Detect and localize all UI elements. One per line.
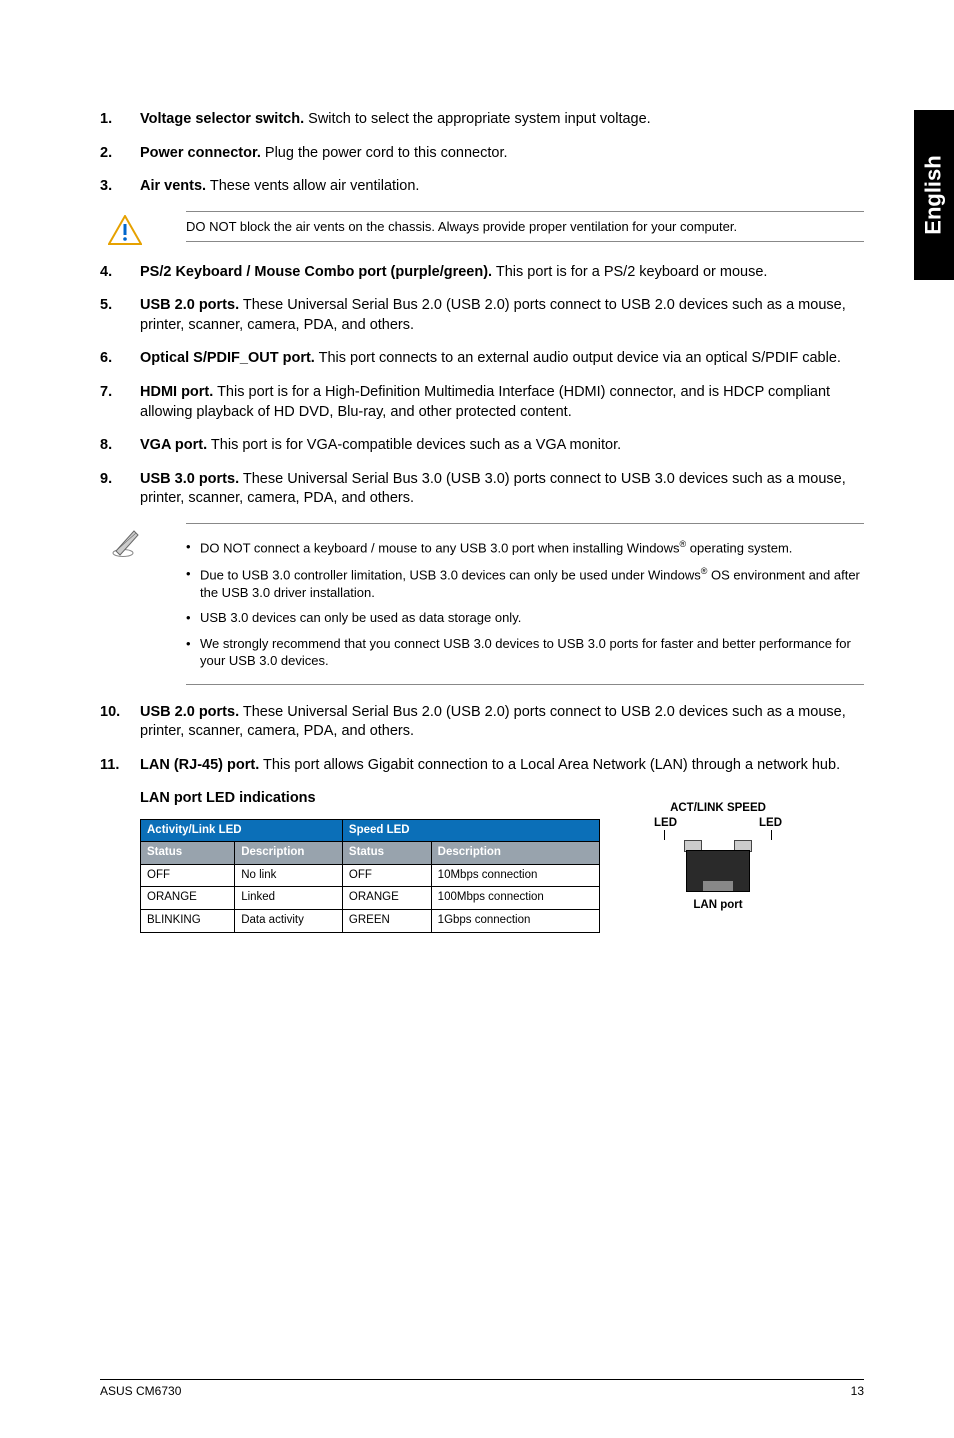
table-subheader: Status — [342, 842, 431, 865]
diagram-led-label: LED — [654, 816, 677, 832]
item-number: 4. — [100, 263, 140, 283]
warning-callout: DO NOT block the air vents on the chassi… — [100, 211, 864, 245]
footer-page-number: 13 — [851, 1384, 864, 1398]
table-cell: OFF — [342, 864, 431, 887]
item-title: VGA port. — [140, 437, 207, 453]
item-body: Air vents. These vents allow air ventila… — [140, 177, 864, 197]
note-bullet: Due to USB 3.0 controller limitation, US… — [186, 565, 864, 601]
item-number: 5. — [100, 296, 140, 335]
item-text: Switch to select the appropriate system … — [308, 111, 651, 127]
list-item: 3. Air vents. These vents allow air vent… — [100, 177, 864, 197]
lan-led-table: Activity/Link LED Speed LED Status Descr… — [140, 819, 600, 933]
note-bullet: DO NOT connect a keyboard / mouse to any… — [186, 538, 864, 557]
item-text: This port allows Gigabit connection to a… — [263, 757, 840, 773]
item-number: 1. — [100, 110, 140, 130]
table-cell: GREEN — [342, 910, 431, 933]
list-item: 2. Power connector. Plug the power cord … — [100, 144, 864, 164]
item-title: USB 2.0 ports. — [140, 297, 239, 313]
note-bullet: USB 3.0 devices can only be used as data… — [186, 609, 864, 627]
pencil-icon — [100, 523, 150, 561]
item-body: Voltage selector switch. Switch to selec… — [140, 110, 864, 130]
table-row: BLINKING Data activity GREEN 1Gbps conne… — [141, 910, 600, 933]
item-text: This port connects to an external audio … — [319, 350, 841, 366]
page-content: 1. Voltage selector switch. Switch to se… — [0, 0, 954, 973]
item-title: Optical S/PDIF_OUT port. — [140, 350, 315, 366]
list-item: 1. Voltage selector switch. Switch to se… — [100, 110, 864, 130]
item-text: These Universal Serial Bus 2.0 (USB 2.0)… — [140, 297, 846, 333]
list-item: 7. HDMI port. This port is for a High-De… — [100, 383, 864, 422]
table-subheader: Status — [141, 842, 235, 865]
item-text: These vents allow air ventilation. — [210, 178, 420, 194]
list-item: 4. PS/2 Keyboard / Mouse Combo port (pur… — [100, 263, 864, 283]
item-number: 7. — [100, 383, 140, 422]
item-number: 8. — [100, 436, 140, 456]
table-cell: 1Gbps connection — [431, 910, 599, 933]
language-tab: English — [914, 110, 954, 280]
item-title: HDMI port. — [140, 384, 213, 400]
item-title: Power connector. — [140, 145, 261, 161]
item-title: Voltage selector switch. — [140, 111, 304, 127]
warning-icon — [100, 211, 150, 245]
list-item: 10. USB 2.0 ports. These Universal Seria… — [100, 703, 864, 742]
table-header: Activity/Link LED — [141, 819, 343, 842]
table-cell: 10Mbps connection — [431, 864, 599, 887]
item-body: LAN (RJ-45) port. This port allows Gigab… — [140, 756, 864, 776]
note-bullet: We strongly recommend that you connect U… — [186, 635, 864, 670]
table-cell: No link — [235, 864, 343, 887]
note-callout: DO NOT connect a keyboard / mouse to any… — [100, 523, 864, 685]
table-header: Speed LED — [342, 819, 599, 842]
rj45-icon — [680, 840, 756, 892]
item-title: LAN (RJ-45) port. — [140, 757, 259, 773]
page-footer: ASUS CM6730 13 — [100, 1379, 864, 1398]
table-subheader: Description — [235, 842, 343, 865]
item-text: This port is for VGA-compatible devices … — [211, 437, 621, 453]
table-subheader: Description — [431, 842, 599, 865]
table-cell: ORANGE — [342, 887, 431, 910]
table-cell: BLINKING — [141, 910, 235, 933]
item-number: 9. — [100, 470, 140, 509]
item-text: This port is for a High-Definition Multi… — [140, 384, 830, 420]
item-text: These Universal Serial Bus 3.0 (USB 3.0)… — [140, 471, 846, 507]
item-body: USB 3.0 ports. These Universal Serial Bu… — [140, 470, 864, 509]
item-text: Plug the power cord to this connector. — [265, 145, 508, 161]
table-cell: Data activity — [235, 910, 343, 933]
item-body: USB 2.0 ports. These Universal Serial Bu… — [140, 296, 864, 335]
table-cell: ORANGE — [141, 887, 235, 910]
diagram-label-top: ACT/LINK SPEED — [638, 801, 798, 817]
item-number: 6. — [100, 349, 140, 369]
list-item: 8. VGA port. This port is for VGA-compat… — [100, 436, 864, 456]
item-body: Power connector. Plug the power cord to … — [140, 144, 864, 164]
list-item: 6. Optical S/PDIF_OUT port. This port co… — [100, 349, 864, 369]
lan-port-diagram: ACT/LINK SPEED LED LED LAN port — [638, 801, 798, 914]
item-text: This port is for a PS/2 keyboard or mous… — [496, 264, 768, 280]
table-cell: OFF — [141, 864, 235, 887]
note-text: DO NOT connect a keyboard / mouse to any… — [186, 523, 864, 685]
list-item: 5. USB 2.0 ports. These Universal Serial… — [100, 296, 864, 335]
item-body: Optical S/PDIF_OUT port. This port conne… — [140, 349, 864, 369]
warning-text: DO NOT block the air vents on the chassi… — [186, 211, 864, 243]
footer-model: ASUS CM6730 — [100, 1384, 181, 1398]
table-cell: 100Mbps connection — [431, 887, 599, 910]
item-body: PS/2 Keyboard / Mouse Combo port (purple… — [140, 263, 864, 283]
item-number: 2. — [100, 144, 140, 164]
item-title: USB 2.0 ports. — [140, 704, 239, 720]
item-title: PS/2 Keyboard / Mouse Combo port (purple… — [140, 264, 492, 280]
table-cell: Linked — [235, 887, 343, 910]
item-title: Air vents. — [140, 178, 206, 194]
list-item: 9. USB 3.0 ports. These Universal Serial… — [100, 470, 864, 509]
item-number: 10. — [100, 703, 140, 742]
item-number: 3. — [100, 177, 140, 197]
item-title: USB 3.0 ports. — [140, 471, 239, 487]
item-body: HDMI port. This port is for a High-Defin… — [140, 383, 864, 422]
diagram-label-bottom: LAN port — [638, 898, 798, 914]
list-item: 11. LAN (RJ-45) port. This port allows G… — [100, 756, 864, 776]
table-row: OFF No link OFF 10Mbps connection — [141, 864, 600, 887]
item-body: USB 2.0 ports. These Universal Serial Bu… — [140, 703, 864, 742]
item-number: 11. — [100, 756, 140, 776]
item-text: These Universal Serial Bus 2.0 (USB 2.0)… — [140, 704, 846, 740]
item-body: VGA port. This port is for VGA-compatibl… — [140, 436, 864, 456]
table-row: ORANGE Linked ORANGE 100Mbps connection — [141, 887, 600, 910]
